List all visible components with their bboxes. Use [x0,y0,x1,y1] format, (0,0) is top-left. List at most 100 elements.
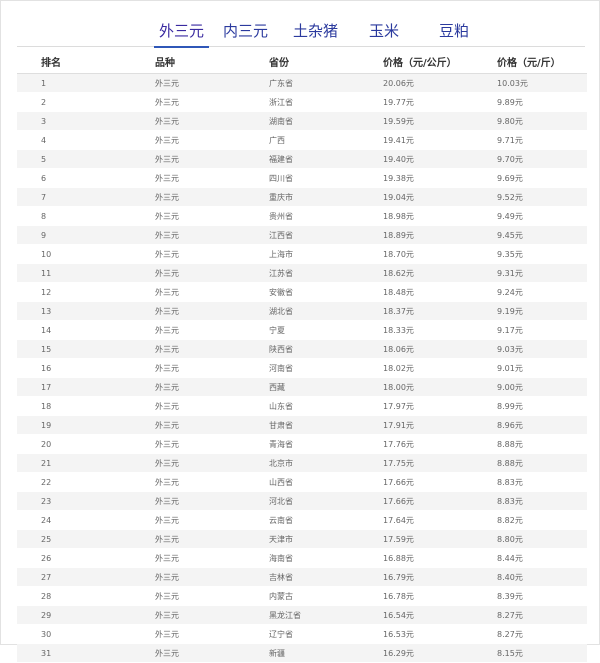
cell-price-per-kg: 19.59元 [359,111,473,131]
cell-price-per-jin: 8.27元 [473,605,587,625]
cell-variety: 外三元 [131,491,245,511]
table-row: 19 外三元 甘肃省 17.91元 8.96元 [17,415,587,435]
cell-price-per-jin: 8.27元 [473,624,587,644]
cell-rank: 31 [17,643,131,663]
tab-wai-san-yuan[interactable]: 外三元 [154,20,209,48]
cell-province: 海南省 [245,548,359,568]
cell-price-per-kg: 18.70元 [359,244,473,264]
cell-variety: 外三元 [131,586,245,606]
header-province: 省份 [245,49,359,74]
cell-rank: 22 [17,472,131,492]
cell-rank: 18 [17,396,131,416]
cell-price-per-kg: 17.91元 [359,415,473,435]
table-row: 27 外三元 吉林省 16.79元 8.40元 [17,567,587,587]
cell-price-per-kg: 17.66元 [359,491,473,511]
cell-province: 重庆市 [245,187,359,207]
cell-price-per-jin: 9.00元 [473,377,587,397]
cell-rank: 5 [17,149,131,169]
cell-price-per-kg: 19.40元 [359,149,473,169]
cell-variety: 外三元 [131,434,245,454]
cell-price-per-kg: 16.88元 [359,548,473,568]
cell-variety: 外三元 [131,358,245,378]
cell-province: 陕西省 [245,339,359,359]
tab-yu-mi[interactable]: 玉米 [369,20,399,46]
cell-province: 宁夏 [245,320,359,340]
cell-rank: 7 [17,187,131,207]
tab-tu-za-zhu[interactable]: 土杂猪 [293,20,338,46]
cell-variety: 外三元 [131,73,245,93]
cell-price-per-kg: 16.54元 [359,605,473,625]
cell-price-per-jin: 8.15元 [473,643,587,663]
cell-rank: 13 [17,301,131,321]
cell-variety: 外三元 [131,548,245,568]
cell-province: 江苏省 [245,263,359,283]
price-table: 排名 品种 省份 价格（元/公斤） 价格（元/斤） 1 外三元 广东省 20.06元 1… [17,49,587,663]
cell-province: 黑龙江省 [245,605,359,625]
cell-rank: 29 [17,605,131,625]
cell-province: 上海市 [245,244,359,264]
cell-price-per-kg: 18.06元 [359,339,473,359]
table-row: 16 外三元 河南省 18.02元 9.01元 [17,358,587,378]
cell-variety: 外三元 [131,396,245,416]
header-rank: 排名 [17,49,131,74]
table-row: 4 外三元 广西 19.41元 9.71元 [17,130,587,150]
cell-province: 青海省 [245,434,359,454]
category-tabs: 外三元 内三元 土杂猪 玉米 豆粕 [17,15,585,48]
cell-province: 湖北省 [245,301,359,321]
cell-price-per-kg: 16.53元 [359,624,473,644]
cell-price-per-kg: 16.79元 [359,567,473,587]
cell-province: 辽宁省 [245,624,359,644]
cell-rank: 28 [17,586,131,606]
cell-price-per-jin: 8.83元 [473,491,587,511]
cell-rank: 12 [17,282,131,302]
cell-price-per-jin: 9.45元 [473,225,587,245]
cell-province: 山东省 [245,396,359,416]
cell-price-per-kg: 19.41元 [359,130,473,150]
cell-rank: 16 [17,358,131,378]
cell-rank: 8 [17,206,131,226]
cell-rank: 2 [17,92,131,112]
cell-price-per-kg: 17.66元 [359,472,473,492]
table-row: 7 外三元 重庆市 19.04元 9.52元 [17,187,587,207]
cell-price-per-kg: 18.33元 [359,320,473,340]
cell-rank: 30 [17,624,131,644]
cell-province: 吉林省 [245,567,359,587]
table-row: 25 外三元 天津市 17.59元 8.80元 [17,529,587,549]
cell-variety: 外三元 [131,510,245,530]
cell-province: 甘肃省 [245,415,359,435]
tab-dou-po[interactable]: 豆粕 [439,20,469,46]
table-row: 30 外三元 辽宁省 16.53元 8.27元 [17,624,587,644]
cell-price-per-jin: 8.40元 [473,567,587,587]
header-variety: 品种 [131,49,245,74]
cell-variety: 外三元 [131,529,245,549]
cell-rank: 19 [17,415,131,435]
cell-price-per-kg: 18.89元 [359,225,473,245]
cell-price-per-kg: 17.59元 [359,529,473,549]
cell-price-per-kg: 19.04元 [359,187,473,207]
table-row: 6 外三元 四川省 19.38元 9.69元 [17,168,587,188]
cell-rank: 6 [17,168,131,188]
cell-price-per-jin: 9.71元 [473,130,587,150]
cell-rank: 20 [17,434,131,454]
table-header-row: 排名 品种 省份 价格（元/公斤） 价格（元/斤） [17,49,587,74]
price-ranking-panel: 外三元 内三元 土杂猪 玉米 豆粕 排名 品种 省份 价格（元/公斤） 价格（元… [0,0,600,663]
cell-price-per-kg: 19.77元 [359,92,473,112]
cell-variety: 外三元 [131,187,245,207]
table-row: 22 外三元 山西省 17.66元 8.83元 [17,472,587,492]
cell-province: 四川省 [245,168,359,188]
cell-province: 北京市 [245,453,359,473]
cell-variety: 外三元 [131,415,245,435]
table-row: 1 外三元 广东省 20.06元 10.03元 [17,73,587,93]
cell-rank: 1 [17,73,131,93]
cell-price-per-jin: 9.70元 [473,149,587,169]
cell-rank: 15 [17,339,131,359]
table-row: 13 外三元 湖北省 18.37元 9.19元 [17,301,587,321]
tab-nei-san-yuan[interactable]: 内三元 [223,20,268,46]
cell-rank: 11 [17,263,131,283]
cell-rank: 25 [17,529,131,549]
cell-price-per-jin: 9.17元 [473,320,587,340]
cell-price-per-jin: 8.88元 [473,434,587,454]
cell-variety: 外三元 [131,320,245,340]
table-row: 11 外三元 江苏省 18.62元 9.31元 [17,263,587,283]
cell-price-per-jin: 9.52元 [473,187,587,207]
